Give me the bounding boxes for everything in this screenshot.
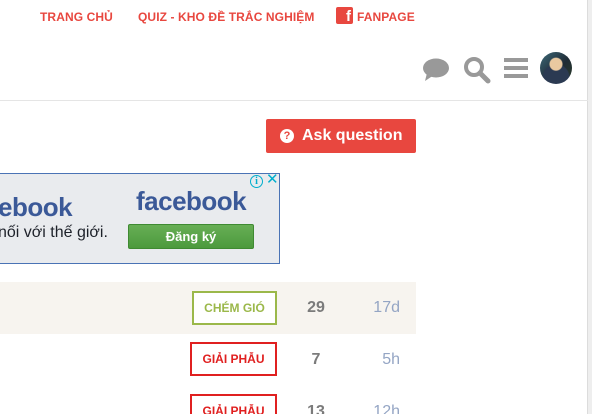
activity-age[interactable]: 5h: [360, 351, 400, 369]
menu-icon[interactable]: [504, 58, 528, 80]
topic-row[interactable]: GIẢI PHẪU 7 5h: [0, 334, 416, 386]
header-divider: [0, 100, 588, 101]
ad-close-icon[interactable]: ✕: [266, 174, 279, 188]
reply-count: 29: [307, 299, 325, 316]
nav-fanpage-link[interactable]: FANPAGE: [357, 9, 415, 25]
ad-facebook-logo: facebook: [136, 186, 247, 216]
facebook-ad-banner[interactable]: ebook nối với thế giới. facebook Đăng ký…: [0, 173, 280, 264]
category-tag[interactable]: CHÉM GIÓ: [192, 291, 277, 325]
ask-question-label: Ask question: [302, 127, 403, 144]
ad-info-icon[interactable]: i: [250, 175, 263, 188]
ad-signup-button[interactable]: Đăng ký: [128, 224, 254, 249]
activity-age[interactable]: 17d: [360, 299, 400, 317]
nav-home-link[interactable]: TRANG CHỦ: [40, 9, 113, 25]
page-scroll-gutter: [588, 0, 592, 414]
nav-quiz-link[interactable]: QUIZ - KHO ĐỀ TRẮC NGHIỆM: [138, 9, 315, 25]
ask-question-button[interactable]: ? Ask question: [266, 119, 416, 153]
reply-count: 13: [307, 403, 325, 414]
search-icon[interactable]: [463, 56, 491, 84]
ad-partial-tagline: nối với thế giới.: [0, 224, 108, 241]
question-circle-icon: ?: [280, 129, 294, 143]
avatar[interactable]: [540, 52, 572, 84]
ad-partial-word: ebook: [0, 192, 73, 222]
category-tag[interactable]: GIẢI PHẪU: [190, 394, 277, 414]
reply-count: 7: [311, 351, 321, 368]
topic-row[interactable]: GIẢI PHẪU 13 12h: [0, 386, 416, 414]
activity-age[interactable]: 12h: [360, 403, 400, 414]
facebook-icon[interactable]: f: [336, 7, 353, 25]
chat-bubble-icon[interactable]: [422, 58, 450, 82]
topic-row[interactable]: CHÉM GIÓ 29 17d: [0, 282, 416, 334]
category-tag[interactable]: GIẢI PHẪU: [190, 342, 277, 376]
